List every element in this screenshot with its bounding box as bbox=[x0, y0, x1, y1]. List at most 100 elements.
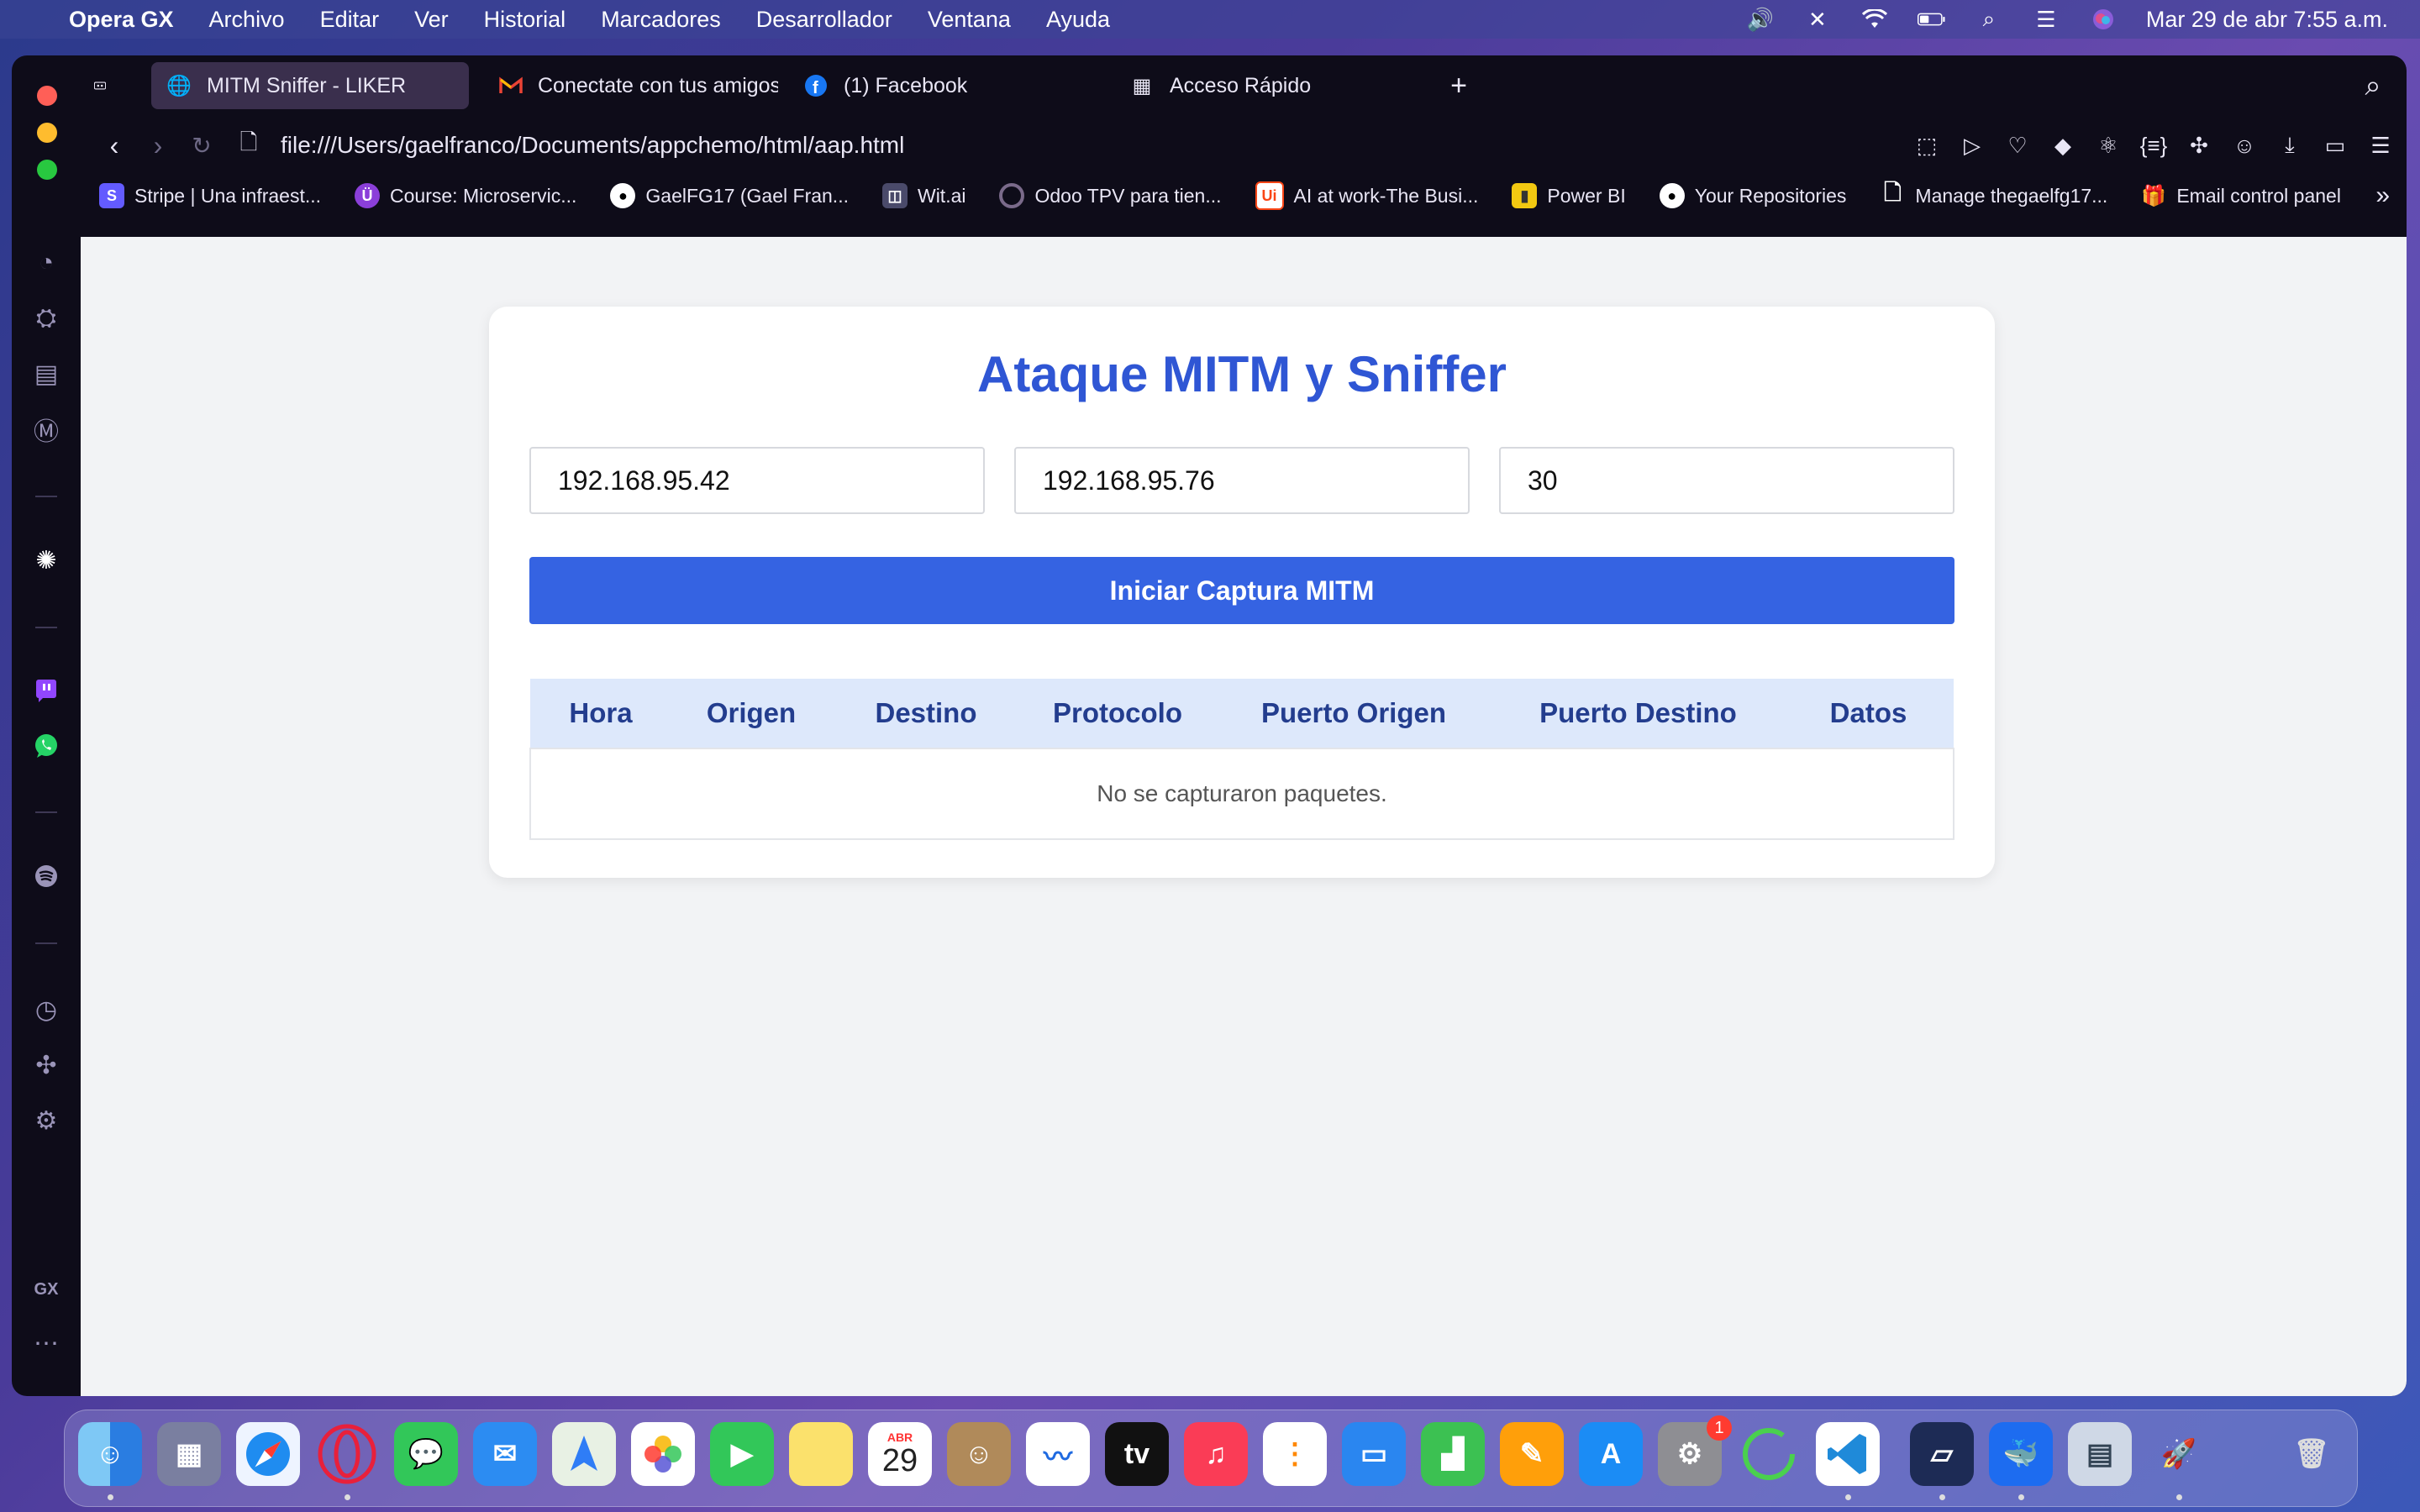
photos-icon[interactable] bbox=[631, 1422, 695, 1486]
docker-icon[interactable]: 🐳 bbox=[1989, 1422, 2053, 1486]
col-hora: Hora bbox=[530, 679, 671, 748]
bookmark-your-repositories[interactable]: ● Your Repositories bbox=[1659, 183, 1846, 208]
finder-icon[interactable]: ☺ bbox=[78, 1422, 142, 1486]
freeform-icon[interactable]: 〰 bbox=[1026, 1422, 1090, 1486]
tab-islands-icon[interactable] bbox=[81, 62, 106, 109]
history-icon[interactable]: ◷ bbox=[30, 994, 62, 1026]
spotlight-search-icon[interactable]: ⌕ bbox=[1975, 6, 2003, 31]
wifi-icon[interactable] bbox=[1860, 8, 1889, 30]
menu-editar[interactable]: Editar bbox=[320, 7, 380, 33]
snapshot-icon[interactable]: ⬚ bbox=[1912, 131, 1941, 160]
whatsapp-icon[interactable] bbox=[30, 730, 62, 762]
menu-historial[interactable]: Historial bbox=[484, 7, 566, 33]
gx-logo-icon[interactable]: GX bbox=[30, 1273, 62, 1305]
battery-icon[interactable] bbox=[1917, 8, 1946, 30]
download-icon[interactable]: ⤓ bbox=[2275, 131, 2304, 160]
bookmark-stripe[interactable]: S Stripe | Una infraest... bbox=[99, 183, 321, 208]
rocket-app-icon[interactable]: 🚀 bbox=[2147, 1422, 2211, 1486]
bookmark-course[interactable]: Ü Course: Microservic... bbox=[355, 183, 576, 208]
ext-shield-icon[interactable]: ◆ bbox=[2049, 131, 2077, 160]
empty-message: No se capturaron paquetes. bbox=[529, 748, 1954, 840]
bookmark-email-control[interactable]: 🎁 Email control panel bbox=[2141, 183, 2341, 208]
bookmark-witai[interactable]: ◫ Wit.ai bbox=[881, 183, 965, 208]
music-icon[interactable]: ♫ bbox=[1184, 1422, 1248, 1486]
back-button[interactable]: ‹ bbox=[97, 129, 131, 162]
opera-sidebar: ◔ ⛭ ▤ Ⓜ ✺ ◷ ✣ ⚙ GX ⋯ bbox=[12, 55, 81, 1396]
profile-icon[interactable]: ☺ bbox=[2230, 131, 2259, 160]
new-tab-button[interactable]: + bbox=[1442, 62, 1476, 109]
pages-icon[interactable]: ✎ bbox=[1500, 1422, 1564, 1486]
menu-clock[interactable]: Mar 29 de abr 7:55 a.m. bbox=[2146, 7, 2388, 33]
app-store-icon[interactable]: A bbox=[1579, 1422, 1643, 1486]
duration-input[interactable] bbox=[1499, 447, 1954, 514]
bookmark-odoo[interactable]: Odoo TPV para tien... bbox=[999, 183, 1222, 208]
calendar-icon[interactable]: ABR 29 bbox=[868, 1422, 932, 1486]
bookmark-powerbi[interactable]: ▮ Power BI bbox=[1512, 183, 1626, 208]
facetime-icon[interactable]: ▶ bbox=[710, 1422, 774, 1486]
settings-icon[interactable]: ⚙ bbox=[30, 1105, 62, 1137]
extensions-puzzle-icon[interactable]: ✣ bbox=[2185, 131, 2213, 160]
notes-icon[interactable] bbox=[789, 1422, 853, 1486]
menu-ventana[interactable]: Ventana bbox=[928, 7, 1011, 33]
bookmarks-overflow-icon[interactable]: » bbox=[2375, 181, 2390, 210]
menu-ver[interactable]: Ver bbox=[414, 7, 449, 33]
start-capture-button[interactable]: Iniciar Captura MITM bbox=[529, 557, 1954, 624]
spotify-icon[interactable] bbox=[30, 860, 62, 892]
menu-desarrollador[interactable]: Desarrollador bbox=[756, 7, 892, 33]
more-options-icon[interactable]: ⋯ bbox=[30, 1327, 62, 1359]
ip-target-input[interactable] bbox=[1014, 447, 1470, 514]
messages-icon[interactable]: 💬 bbox=[394, 1422, 458, 1486]
battery-saver-icon[interactable]: ▭ bbox=[2321, 131, 2349, 160]
twitch-icon[interactable] bbox=[30, 675, 62, 706]
apple-tv-icon[interactable]: tv bbox=[1105, 1422, 1169, 1486]
safari-icon[interactable] bbox=[236, 1422, 300, 1486]
easy-setup-icon[interactable]: ☰ bbox=[2366, 131, 2395, 160]
gx-control-icon[interactable]: ⛭ bbox=[30, 302, 62, 334]
menu-ayuda[interactable]: Ayuda bbox=[1046, 7, 1110, 33]
extensions-icon[interactable]: ✣ bbox=[30, 1049, 62, 1081]
ip-origin-input[interactable] bbox=[529, 447, 985, 514]
trash-icon[interactable]: 🗑 bbox=[2280, 1422, 2344, 1486]
activity-ring-icon[interactable] bbox=[1737, 1422, 1801, 1486]
siri-icon[interactable] bbox=[2089, 8, 2118, 30]
mailbox-icon[interactable]: Ⓜ bbox=[30, 413, 62, 446]
volume-icon[interactable]: 🔊 bbox=[1746, 7, 1775, 32]
menu-app-name[interactable]: Opera GX bbox=[69, 7, 174, 33]
bluetooth-icon[interactable]: ✕ bbox=[1803, 7, 1832, 32]
numbers-icon[interactable]: ▟ bbox=[1421, 1422, 1485, 1486]
reminders-icon[interactable]: ⋮ bbox=[1263, 1422, 1327, 1486]
bookmark-ai-at-work[interactable]: Ui AI at work-The Busi... bbox=[1255, 181, 1478, 210]
bookmark-github-gael[interactable]: ● GaelFG17 (Gael Fran... bbox=[610, 183, 849, 208]
bookmark-manage[interactable]: 🗋 Manage thegaelfg17... bbox=[1880, 180, 2107, 208]
menu-archivo[interactable]: Archivo bbox=[209, 7, 285, 33]
opera-gx-icon[interactable] bbox=[315, 1422, 379, 1486]
vscode-icon[interactable] bbox=[1816, 1422, 1880, 1486]
preview-icon[interactable]: ▤ bbox=[2068, 1422, 2132, 1486]
speed-dial-icon[interactable]: ◔ bbox=[30, 247, 62, 279]
json-icon[interactable]: {≡} bbox=[2139, 131, 2168, 160]
react-devtools-icon[interactable]: ⚛ bbox=[2094, 131, 2123, 160]
menu-marcadores[interactable]: Marcadores bbox=[601, 7, 721, 33]
forward-button[interactable]: › bbox=[141, 129, 175, 162]
heart-icon[interactable]: ♡ bbox=[2003, 131, 2032, 160]
chatgpt-icon[interactable]: ✺ bbox=[30, 544, 62, 576]
calendar-day: 29 bbox=[881, 1443, 918, 1478]
gx-cleaner-icon[interactable]: ▤ bbox=[30, 358, 62, 390]
send-icon[interactable]: ▷ bbox=[1958, 131, 1986, 160]
facebook-icon: f bbox=[803, 73, 829, 98]
tab-mitm-sniffer[interactable]: 🌐 MITM Sniffer - LIKER bbox=[151, 62, 469, 109]
tab-gmail[interactable]: Conectate con tus amigos bbox=[484, 62, 778, 109]
launchpad-icon[interactable]: ▦ bbox=[157, 1422, 221, 1486]
tab-acceso-rapido[interactable]: ▦ Acceso Rápido bbox=[1114, 62, 1434, 109]
tab-facebook[interactable]: f (1) Facebook bbox=[788, 62, 1107, 109]
mitm-card: Ataque MITM y Sniffer Iniciar Captura MI… bbox=[489, 307, 1995, 878]
control-center-icon[interactable]: ☰ bbox=[2032, 7, 2060, 32]
contacts-icon[interactable]: ☺ bbox=[947, 1422, 1011, 1486]
keynote-icon[interactable]: ▭ bbox=[1342, 1422, 1406, 1486]
cursor-app-icon[interactable]: ▱ bbox=[1910, 1422, 1974, 1486]
reload-button[interactable]: ↻ bbox=[185, 129, 218, 162]
maps-icon[interactable] bbox=[552, 1422, 616, 1486]
mail-icon[interactable]: ✉ bbox=[473, 1422, 537, 1486]
tab-search-icon[interactable]: ⌕ bbox=[2356, 62, 2390, 109]
url-field[interactable]: file:///Users/gaelfranco/Documents/appch… bbox=[281, 132, 904, 159]
